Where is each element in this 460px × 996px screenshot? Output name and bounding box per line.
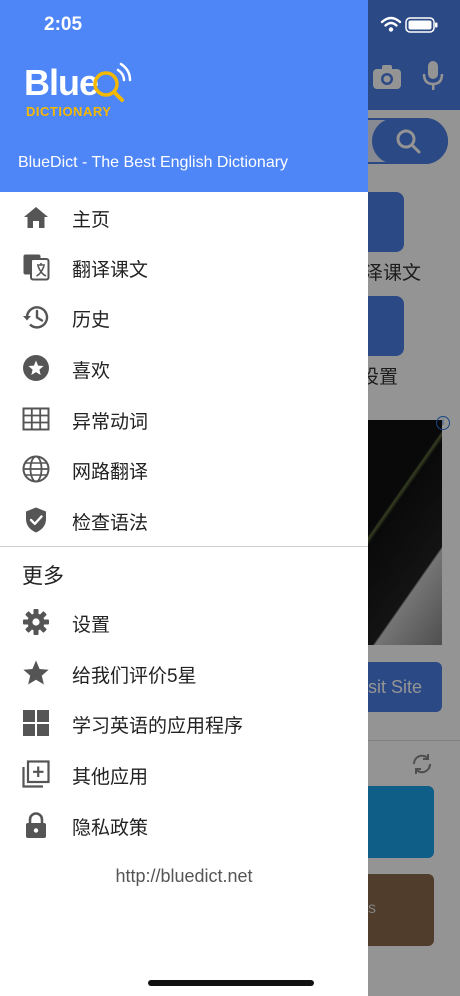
status-bar-indicators: [380, 16, 438, 33]
status-bar-time: 2:05: [44, 14, 83, 35]
section-divider: [0, 546, 368, 547]
shield-check-icon: [26, 507, 46, 533]
home-icon: [24, 207, 48, 228]
menu-item-history[interactable]: 历史: [0, 292, 368, 342]
menu-item-favorites[interactable]: 喜欢: [0, 343, 368, 393]
menu-item-label: 隐私政策: [72, 818, 149, 839]
table-icon: [22, 407, 50, 431]
battery-icon: [405, 17, 438, 33]
logo-subtitle: DICTIONARY: [26, 104, 112, 119]
menu-item-label: 检查语法: [72, 513, 149, 534]
menu-item-label: 网路翻译: [72, 462, 149, 483]
logo-word: Blue: [24, 62, 99, 103]
menu-item-label: 给我们评价5星: [72, 666, 197, 687]
menu-item-label: 主页: [72, 210, 111, 231]
star-icon: [23, 660, 49, 685]
menu-item-label: 异常动词: [72, 412, 149, 433]
globe-icon: [22, 455, 50, 483]
gear-icon: [23, 609, 49, 635]
magnifier-logo-icon: [93, 62, 132, 102]
menu-item-label: 学习英语的应用程序: [72, 716, 244, 737]
menu-item-label: 翻译课文: [72, 260, 149, 281]
menu-item-irregular-verbs[interactable]: 异常动词: [0, 394, 368, 444]
menu-item-label: 喜欢: [72, 361, 111, 382]
translate-icon: G: [23, 254, 50, 281]
drawer-header: 2:05 Blue DICTIONARY BlueDict - The Best…: [0, 0, 368, 192]
home-indicator[interactable]: [148, 980, 314, 986]
menu-item-web-translate[interactable]: 网路翻译: [0, 444, 368, 494]
star-circle-icon: [23, 355, 49, 381]
section-title-more: 更多: [22, 565, 64, 588]
menu-item-label: 设置: [72, 615, 111, 636]
menu-item-home[interactable]: 主页: [0, 192, 368, 242]
apps-grid-icon: [23, 710, 49, 736]
menu-item-privacy-policy[interactable]: 隐私政策: [0, 800, 368, 850]
app-logo: Blue DICTIONARY: [24, 58, 134, 124]
menu-item-other-apps[interactable]: 其他应用: [0, 749, 368, 799]
menu-item-learning-apps[interactable]: 学习英语的应用程序: [0, 698, 368, 748]
menu-item-label: 其他应用: [72, 767, 149, 788]
app-tagline: BlueDict - The Best English Dictionary: [18, 154, 289, 171]
website-link[interactable]: http://bluedict.net: [0, 866, 368, 887]
menu-item-rate-us[interactable]: 给我们评价5星: [0, 648, 368, 698]
history-icon: [23, 306, 49, 329]
wifi-icon: [380, 16, 402, 32]
menu-item-translate-text[interactable]: G 翻译课文: [0, 242, 368, 292]
menu-item-label: 历史: [72, 310, 111, 331]
menu-item-grammar-check[interactable]: 检查语法: [0, 495, 368, 545]
navigation-drawer: 2:05 Blue DICTIONARY BlueDict - The Best…: [0, 0, 368, 996]
menu-item-settings[interactable]: 设置: [0, 597, 368, 647]
lock-icon: [26, 812, 46, 838]
add-box-icon: [22, 760, 50, 788]
